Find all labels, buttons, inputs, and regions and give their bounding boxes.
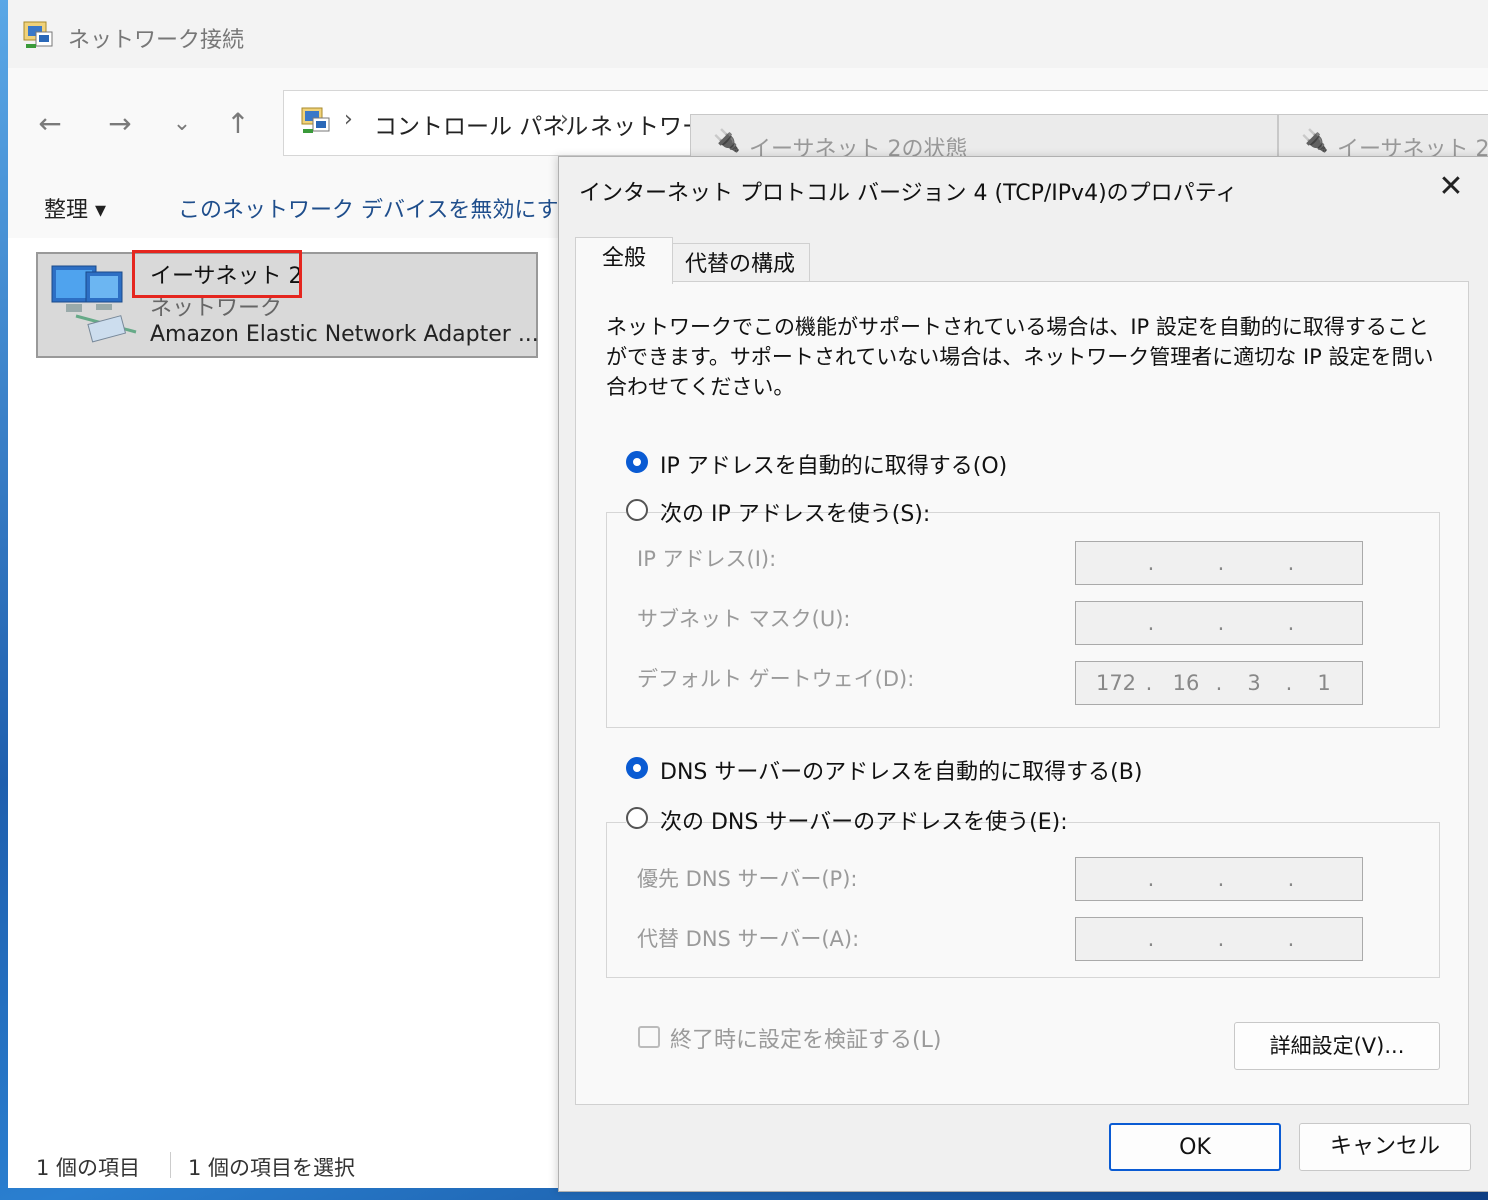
up-arrow-icon[interactable]: ↑ xyxy=(218,104,258,144)
close-icon[interactable]: ✕ xyxy=(1431,167,1471,207)
dns-manual-radio[interactable]: 次の DNS サーバーのアドレスを使う(E): xyxy=(626,804,1068,835)
tab-general[interactable]: 全般 xyxy=(575,237,673,284)
ip-dot: . xyxy=(1285,671,1293,695)
default-gateway-label: デフォルト ゲートウェイ(D): xyxy=(637,667,915,691)
status-divider xyxy=(170,1152,171,1178)
ip-manual-radio[interactable]: 次の IP アドレスを使う(S): xyxy=(626,496,930,527)
ip-manual-label: 次の IP アドレスを使う(S): xyxy=(660,502,931,527)
file-list: イーサネット 2 ネットワーク Amazon Elastic Network A… xyxy=(8,238,558,1138)
alternate-dns-field[interactable]: . . . xyxy=(1075,917,1363,961)
radio-unselected-icon[interactable] xyxy=(626,807,648,829)
dns-auto-label: DNS サーバーのアドレスを自動的に取得する(B) xyxy=(660,760,1143,785)
default-gateway-field[interactable]: 172 . 16 . 3 . 1 xyxy=(1075,661,1363,705)
selected-count: 1 個の項目を選択 xyxy=(188,1156,356,1180)
ip-dot: . xyxy=(1217,867,1225,891)
description-text: ネットワークでこの機能がサポートされている場合は、IP 設定を自動的に取得するこ… xyxy=(606,315,1434,399)
validate-label: 終了時に設定を検証する(L) xyxy=(670,1028,942,1053)
ip-dot: . xyxy=(1147,927,1155,951)
radio-selected-icon[interactable] xyxy=(626,757,648,779)
advanced-button[interactable]: 詳細設定(V)... xyxy=(1234,1022,1440,1070)
back-arrow-icon[interactable]: ← xyxy=(30,104,70,144)
ip-dot: . xyxy=(1287,867,1295,891)
tab-alternate-config[interactable]: 代替の構成 xyxy=(671,243,810,283)
ip-dot: . xyxy=(1217,611,1225,635)
preferred-dns-field[interactable]: . . . xyxy=(1075,857,1363,901)
recent-locations-chevron-icon[interactable]: ⌄ xyxy=(162,104,202,144)
ip-dot: . xyxy=(1147,611,1155,635)
radio-unselected-icon[interactable] xyxy=(626,499,648,521)
ip-octet: 16 xyxy=(1172,671,1200,695)
adapter-description: Amazon Elastic Network Adapter ... xyxy=(150,322,539,347)
ip-dot: . xyxy=(1217,927,1225,951)
breadcrumb-separator: › xyxy=(560,107,569,132)
ip-dot: . xyxy=(1287,611,1295,635)
dns-manual-group: 優先 DNS サーバー(P): . . . 代替 DNS サーバー(A): . … xyxy=(606,822,1440,978)
ip-dot: . xyxy=(1217,551,1225,575)
status-bar: 1 個の項目 1 個の項目を選択 xyxy=(8,1138,558,1188)
network-adapter-icon xyxy=(51,265,137,343)
ip-dot: . xyxy=(1215,671,1223,695)
breadcrumb-separator: › xyxy=(344,107,353,132)
ip-dot: . xyxy=(1287,927,1295,951)
ip-dot: . xyxy=(1145,671,1153,695)
cancel-button[interactable]: キャンセル xyxy=(1299,1123,1471,1171)
ip-dot: . xyxy=(1147,551,1155,575)
control-panel-icon xyxy=(301,107,330,133)
window-title: ネットワーク接続 xyxy=(68,28,245,53)
ip-address-label: IP アドレス(I): xyxy=(637,547,777,571)
checkbox-unchecked-icon[interactable] xyxy=(638,1026,660,1048)
forward-arrow-icon[interactable]: → xyxy=(100,104,140,144)
subnet-mask-label: サブネット マスク(U): xyxy=(637,607,851,631)
highlight-annotation-box xyxy=(132,250,302,298)
ip-dot: . xyxy=(1147,867,1155,891)
ip-address-field[interactable]: . . . xyxy=(1075,541,1363,585)
ip-octet: 1 xyxy=(1317,671,1331,695)
general-panel: ネットワークでこの機能がサポートされている場合は、IP 設定を自動的に取得するこ… xyxy=(575,281,1469,1105)
ip-octet: 172 xyxy=(1095,671,1137,695)
dialog-title: インターネット プロトコル バージョン 4 (TCP/IPv4)のプロパティ xyxy=(579,181,1238,206)
item-count: 1 個の項目 xyxy=(36,1156,141,1180)
subnet-mask-field[interactable]: . . . xyxy=(1075,601,1363,645)
ethernet-icon: 🔌 xyxy=(713,129,741,154)
alternate-dns-label: 代替 DNS サーバー(A): xyxy=(637,927,860,951)
ok-button[interactable]: OK xyxy=(1109,1123,1281,1171)
disable-device-button[interactable]: このネットワーク デバイスを無効にする xyxy=(178,192,581,224)
organize-menu[interactable]: 整理 ▾ xyxy=(44,192,106,224)
ip-octet: 3 xyxy=(1247,671,1261,695)
ip-auto-label: IP アドレスを自動的に取得する(O) xyxy=(660,454,1008,479)
ip-dot: . xyxy=(1287,551,1295,575)
network-connections-icon xyxy=(23,21,53,48)
radio-selected-icon[interactable] xyxy=(626,451,648,473)
tab-area: 全般 代替の構成 ネットワークでこの機能がサポートされている場合は、IP 設定を… xyxy=(575,237,1469,1105)
preferred-dns-label: 優先 DNS サーバー(P): xyxy=(637,867,858,891)
title-bar: ネットワーク接続 xyxy=(8,0,1488,68)
dns-manual-label: 次の DNS サーバーのアドレスを使う(E): xyxy=(660,810,1068,835)
ethernet-icon: 🔌 xyxy=(1301,129,1329,154)
ip-manual-group: IP アドレス(I): . . . サブネット マスク(U): . . . デフ… xyxy=(606,512,1440,728)
breadcrumb-control-panel[interactable]: コントロール パネル xyxy=(374,107,588,141)
command-bar: 整理 ▾ このネットワーク デバイスを無効にする xyxy=(8,176,581,239)
ipv4-properties-dialog: インターネット プロトコル バージョン 4 (TCP/IPv4)のプロパティ ✕… xyxy=(558,156,1488,1192)
